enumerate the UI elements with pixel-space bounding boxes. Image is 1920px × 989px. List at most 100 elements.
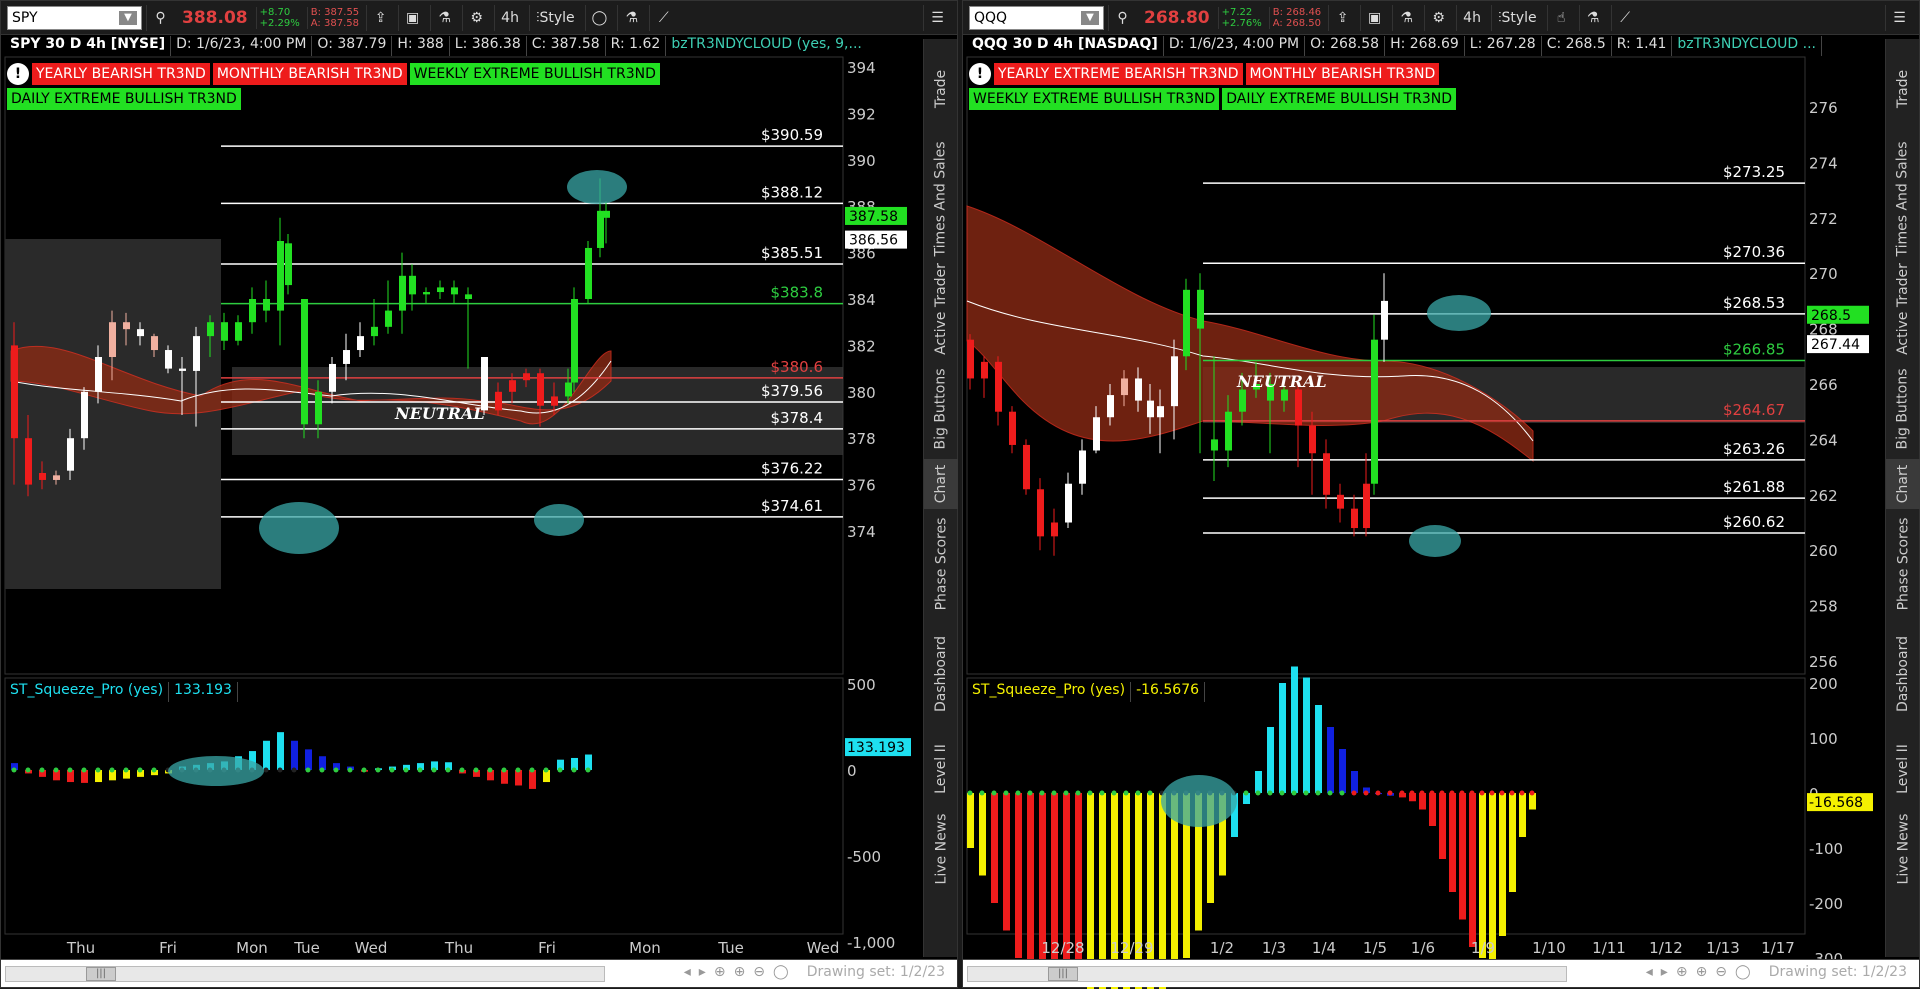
- squeeze-dot: [39, 767, 45, 773]
- info-icon[interactable]: !: [969, 63, 991, 85]
- level-label: $273.25: [1723, 163, 1785, 181]
- histogram-bar: [1429, 793, 1436, 826]
- squeeze-dot: [1429, 790, 1435, 796]
- candle-body: [1051, 522, 1058, 537]
- histogram-bar: [1519, 793, 1526, 837]
- side-tab-label: Chart: [933, 464, 950, 504]
- scroll-left-icon[interactable]: ◂: [684, 964, 691, 980]
- chart-pane-qqq[interactable]: QQQ ▼ ⚲ 268.80 +7.22 +2.76% B: 268.46 A: 26…: [962, 0, 1920, 989]
- squeeze-dot: [1015, 790, 1021, 796]
- squeeze-dot: [557, 767, 563, 773]
- highlight-ellipse: [259, 502, 339, 554]
- zoom-reset-icon[interactable]: ◯: [773, 964, 789, 980]
- last-price-tag: 268.5: [1811, 308, 1851, 324]
- side-tab-phase-scores[interactable]: Phase Scores: [1886, 509, 1920, 619]
- price-tick: 374: [847, 523, 876, 541]
- price-tick: 256: [1809, 653, 1838, 671]
- trend-banner: YEARLY BEARISH TR3ND: [32, 63, 210, 85]
- time-tick: Tue: [293, 939, 320, 957]
- histogram-bar: [1509, 793, 1516, 892]
- side-tab-live-news[interactable]: Live News: [924, 809, 958, 889]
- zoom-reset-icon[interactable]: ◯: [1735, 964, 1751, 980]
- side-tab-level-ii[interactable]: Level II: [924, 729, 958, 809]
- chart-pane-spy[interactable]: SPY ▼ ⚲ 388.08 +8.70 +2.29% B: 387.55 A: 38…: [0, 0, 958, 988]
- price-tick: 380: [847, 384, 876, 402]
- time-tick: Mon: [629, 939, 661, 957]
- drawing-set-label[interactable]: Drawing set: 1/2/23: [1769, 964, 1907, 980]
- histogram-bar: [263, 740, 270, 770]
- histogram-bar: [1439, 793, 1446, 859]
- zoom-in-icon[interactable]: ⊕: [1696, 964, 1708, 980]
- candle-body: [603, 210, 610, 218]
- candle-body: [1381, 300, 1388, 340]
- histogram-bar: [1351, 771, 1358, 793]
- side-tab-phase-scores[interactable]: Phase Scores: [924, 509, 958, 619]
- candle-body: [1171, 356, 1178, 407]
- study-header: ST_Squeeze_Pro (yes) 133.193: [5, 682, 238, 702]
- side-tab-label: Level II: [1895, 744, 1912, 794]
- highlight-ellipse: [1161, 775, 1237, 827]
- zoom-out-icon[interactable]: ⊖: [753, 964, 765, 980]
- side-tab-live-news[interactable]: Live News: [1886, 809, 1920, 889]
- info-icon[interactable]: !: [7, 63, 29, 85]
- scroll-right-icon[interactable]: ▸: [1661, 964, 1668, 980]
- side-tab-big-buttons[interactable]: Big Buttons: [924, 359, 958, 459]
- horizontal-scrollbar[interactable]: |||: [967, 966, 1567, 982]
- side-tab-dashboard[interactable]: Dashboard: [1886, 619, 1920, 729]
- candle-body: [235, 322, 242, 341]
- side-tab-chart[interactable]: Chart: [924, 459, 958, 509]
- study-panel-frame: [4, 677, 844, 935]
- candle-body: [1079, 450, 1086, 484]
- squeeze-dot: [81, 767, 87, 773]
- study-tick: 500: [847, 676, 876, 694]
- zoom-in-icon[interactable]: ⊕: [734, 964, 746, 980]
- time-tick: 1/12: [1649, 939, 1683, 957]
- scroll-thumb[interactable]: |||: [86, 967, 116, 981]
- side-tabs: Trade Times And Sales Active Trader Big But…: [1885, 39, 1920, 957]
- side-tab-trade[interactable]: Trade: [1886, 39, 1920, 139]
- candle-body: [423, 292, 430, 295]
- chart-canvas[interactable]: 394392390388386384382380378376374$390.59…: [1, 1, 959, 989]
- drawing-set-label[interactable]: Drawing set: 1/2/23: [807, 964, 945, 980]
- candle-body: [551, 396, 558, 406]
- crosshair-icon[interactable]: ⊕: [714, 964, 726, 980]
- side-tab-label: Dashboard: [1895, 636, 1911, 712]
- side-tab-times-and-sales[interactable]: Times And Sales: [924, 139, 958, 259]
- side-tab-active-trader[interactable]: Active Trader: [1886, 259, 1920, 359]
- zoom-out-icon[interactable]: ⊖: [1715, 964, 1727, 980]
- chart-canvas[interactable]: 276274272270268266264262260258256$273.25…: [963, 1, 1920, 989]
- side-tab-active-trader[interactable]: Active Trader: [924, 259, 958, 359]
- side-tab-dashboard[interactable]: Dashboard: [924, 619, 958, 729]
- side-tab-trade[interactable]: Trade: [924, 39, 958, 139]
- price-tick: 382: [847, 337, 876, 355]
- scroll-left-icon[interactable]: ◂: [1646, 964, 1653, 980]
- side-tab-chart[interactable]: Chart: [1886, 459, 1920, 509]
- last-price-tag: 387.58: [849, 209, 898, 225]
- price-tick: 258: [1809, 598, 1838, 616]
- study-tick: 0: [847, 762, 857, 780]
- squeeze-dot: [1363, 790, 1369, 796]
- side-tab-label: Times And Sales: [1895, 141, 1911, 257]
- candle-body: [995, 361, 1002, 412]
- crosshair-icon[interactable]: ⊕: [1676, 964, 1688, 980]
- trend-banner: WEEKLY EXTREME BULLISH TR3ND: [409, 63, 660, 85]
- trend-banners: ! YEARLY BEARISH TR3ND MONTHLY BEARISH TR3…: [7, 63, 727, 110]
- histogram-bar: [979, 793, 986, 876]
- squeeze-dot: [137, 767, 143, 773]
- scroll-thumb[interactable]: |||: [1048, 967, 1078, 981]
- time-tick: 1/13: [1706, 939, 1740, 957]
- candle-body: [1023, 444, 1030, 490]
- side-tab-label: Active Trader: [1895, 263, 1911, 355]
- candle-body: [509, 380, 516, 392]
- candle-body: [451, 287, 458, 295]
- squeeze-dot: [1147, 790, 1153, 796]
- side-tab-big-buttons[interactable]: Big Buttons: [1886, 359, 1920, 459]
- horizontal-scrollbar[interactable]: |||: [5, 966, 605, 982]
- side-tab-level-ii[interactable]: Level II: [1886, 729, 1920, 809]
- squeeze-dot: [1255, 790, 1261, 796]
- time-tick: 1/6: [1411, 939, 1435, 957]
- squeeze-dot: [1409, 790, 1415, 796]
- scroll-right-icon[interactable]: ▸: [699, 964, 706, 980]
- side-tab-times-and-sales[interactable]: Times And Sales: [1886, 139, 1920, 259]
- time-tick: Mon: [236, 939, 268, 957]
